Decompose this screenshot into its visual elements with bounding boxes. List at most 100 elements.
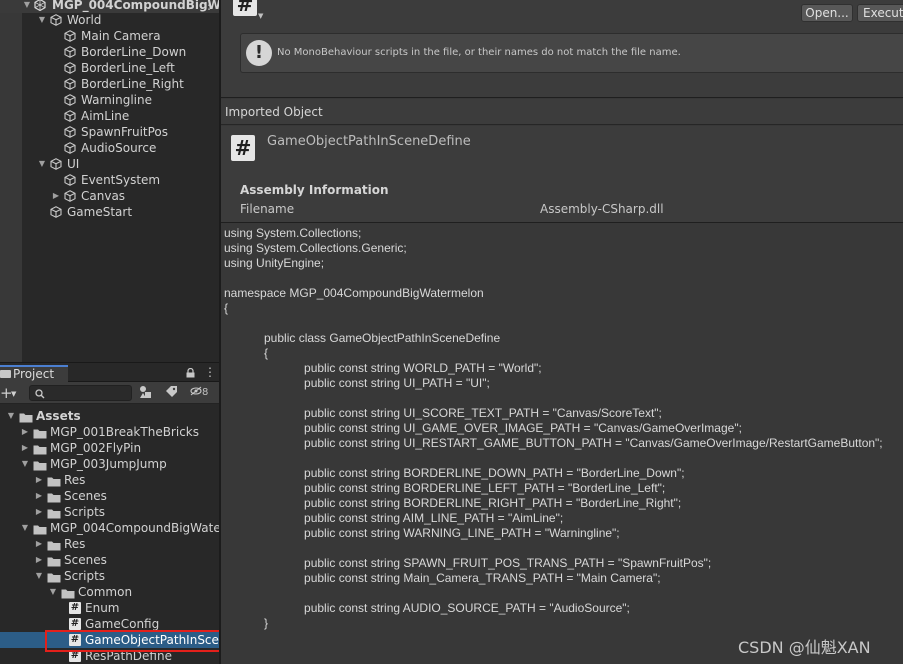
hierarchy-item[interactable]: Warningline (0, 92, 219, 108)
imported-object-title: Imported Object (225, 105, 323, 119)
gameobject-icon (64, 174, 76, 186)
expand-arrow-icon[interactable]: ▼ (37, 156, 47, 172)
hierarchy-item[interactable]: BorderLine_Down (0, 44, 219, 60)
open-button[interactable]: Open... (801, 4, 853, 22)
filter-by-label-icon[interactable] (165, 385, 179, 401)
project-folder-item[interactable]: ▼ Common (0, 584, 219, 600)
project-item-label: MGP_003JumpJump (50, 457, 167, 471)
expand-arrow-icon[interactable]: ▼ (37, 12, 47, 28)
project-item-label: GameConfig (85, 617, 160, 631)
create-button[interactable]: + ▼ (0, 384, 20, 402)
expand-arrow-icon[interactable]: ▼ (34, 568, 44, 584)
csharp-script-icon: # (69, 618, 81, 630)
code-line: public const string BORDERLINE_RIGHT_PAT… (224, 496, 682, 510)
hierarchy-item[interactable]: ▶ Canvas (0, 188, 219, 204)
hierarchy-item[interactable]: AudioSource (0, 140, 219, 156)
tab-project[interactable]: Project (0, 365, 68, 383)
project-folder-item[interactable]: ▶ Scripts (0, 504, 219, 520)
collapse-arrow-icon[interactable]: ▶ (20, 440, 30, 456)
hierarchy-item-label: BorderLine_Left (81, 61, 175, 75)
hierarchy-item-label: EventSystem (81, 173, 161, 187)
gameobject-icon (50, 158, 62, 170)
collapse-arrow-icon[interactable]: ▶ (34, 552, 44, 568)
hierarchy-item[interactable]: BorderLine_Right (0, 76, 219, 92)
code-line: public class GameObjectPathInSceneDefine (224, 331, 501, 345)
code-line: public const string UI_PATH = "UI"; (224, 376, 490, 390)
hierarchy-item[interactable]: AimLine (0, 108, 219, 124)
folder-icon (47, 555, 61, 567)
execution-order-button[interactable]: Executi (857, 4, 903, 22)
gameobject-icon (64, 78, 76, 90)
project-item-label: Res (64, 537, 86, 551)
hierarchy-item-label: GameStart (67, 205, 133, 219)
hierarchy-item[interactable]: BorderLine_Left (0, 60, 219, 76)
hierarchy-item-label: AudioSource (81, 141, 157, 155)
search-input[interactable] (29, 385, 132, 401)
hierarchy-item[interactable]: Main Camera (0, 28, 219, 44)
hierarchy-item[interactable]: GameStart (0, 204, 219, 220)
expand-arrow-icon[interactable]: ▼ (20, 520, 30, 536)
unity-scene-icon (34, 0, 46, 12)
project-folder-item[interactable]: ▼ Assets (0, 408, 219, 424)
collapse-arrow-icon[interactable]: ▶ (34, 536, 44, 552)
warning-text: No MonoBehaviour scripts in the file, or… (277, 47, 681, 58)
tab-project-label: Project (13, 367, 55, 381)
code-line: public const string UI_SCORE_TEXT_PATH =… (224, 406, 662, 420)
project-folder-item[interactable]: ▶ Scenes (0, 552, 219, 568)
folder-icon (33, 523, 47, 535)
project-item-label: MGP_001BreakTheBricks (50, 425, 199, 439)
hierarchy-item[interactable]: EventSystem (0, 172, 219, 188)
project-script-item[interactable]: # ResPathDefine (0, 648, 219, 664)
code-line: public const string BORDERLINE_DOWN_PATH… (224, 466, 685, 480)
panel-menu-icon[interactable]: ⋮ (204, 364, 216, 380)
project-item-label: Scripts (64, 569, 106, 583)
project-script-item[interactable]: # GameObjectPathInScene (0, 632, 219, 648)
project-item-label: Assets (36, 409, 81, 423)
project-folder-item[interactable]: ▶ MGP_001BreakTheBricks (0, 424, 219, 440)
collapse-arrow-icon[interactable]: ▶ (34, 504, 44, 520)
project-item-label: GameObjectPathInScene (85, 633, 219, 647)
code-line: public const string WARNING_LINE_PATH = … (224, 526, 620, 540)
project-folder-item[interactable]: ▶ Res (0, 472, 219, 488)
code-line: public const string Main_Camera_TRANS_PA… (224, 571, 661, 585)
hidden-packages-icon[interactable]: 8 (190, 385, 208, 401)
warning-icon: ! (246, 40, 272, 66)
collapse-arrow-icon[interactable]: ▶ (34, 472, 44, 488)
lock-icon[interactable] (186, 367, 195, 378)
collapse-arrow-icon[interactable]: ▶ (34, 488, 44, 504)
gameobject-icon (64, 94, 76, 106)
hierarchy-item[interactable]: ▼ World (0, 12, 219, 28)
project-folder-item[interactable]: ▼ MGP_003JumpJump (0, 456, 219, 472)
folder-icon (47, 475, 61, 487)
inspector-header: # ▼ Open... Executi ! No MonoBehaviour s… (221, 0, 903, 98)
project-script-item[interactable]: # GameConfig (0, 616, 219, 632)
project-folder-item[interactable]: ▶ Scenes (0, 488, 219, 504)
hierarchy-item[interactable]: SpawnFruitPos (0, 124, 219, 140)
code-line: public const string UI_GAME_OVER_IMAGE_P… (224, 421, 742, 435)
watermark: CSDN @仙魁XAN (738, 638, 871, 657)
gameobject-icon (64, 126, 76, 138)
warning-helpbox: ! No MonoBehaviour scripts in the file, … (240, 33, 903, 73)
project-folder-item[interactable]: ▼ Scripts (0, 568, 219, 584)
code-line: public const string BORDERLINE_LEFT_PATH… (224, 481, 666, 495)
collapse-arrow-icon[interactable]: ▶ (20, 424, 30, 440)
project-folder-item[interactable]: ▼ MGP_004CompoundBigWaterme (0, 520, 219, 536)
project-item-label: Scripts (64, 505, 106, 519)
hierarchy-item[interactable]: ▼ UI (0, 156, 219, 172)
gameobject-icon (64, 46, 76, 58)
gameobject-icon (64, 142, 76, 154)
project-folder-item[interactable]: ▶ Res (0, 536, 219, 552)
project-script-item[interactable]: # Enum (0, 600, 219, 616)
project-item-label: Common (78, 585, 133, 599)
collapse-arrow-icon[interactable]: ▶ (51, 188, 61, 204)
expand-arrow-icon[interactable]: ▼ (20, 456, 30, 472)
inspector-panel: # ▼ Open... Executi ! No MonoBehaviour s… (221, 0, 903, 664)
filter-by-type-icon[interactable] (138, 385, 154, 401)
expand-arrow-icon[interactable]: ▼ (48, 584, 58, 600)
gameobject-icon (64, 62, 76, 74)
expand-arrow-icon[interactable]: ▼ (6, 408, 16, 424)
folder-icon (19, 411, 33, 423)
chevron-down-icon[interactable]: ▼ (258, 12, 263, 20)
project-tab-bar: Project ⋮ (0, 363, 219, 383)
project-folder-item[interactable]: ▶ MGP_002FlyPin (0, 440, 219, 456)
